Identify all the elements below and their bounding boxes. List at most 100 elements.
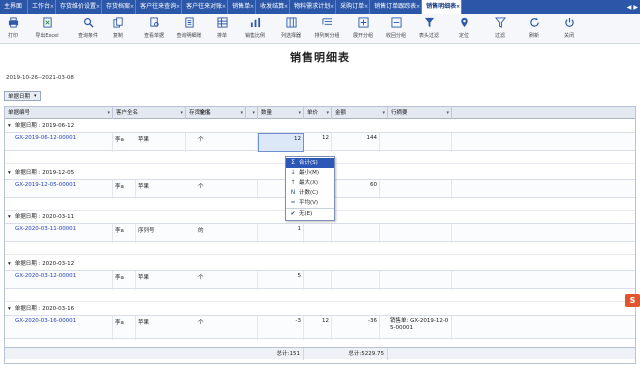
- filter-button[interactable]: 过滤: [491, 17, 509, 43]
- qty-cell: 1: [258, 224, 304, 243]
- collapse-icon[interactable]: ▾: [8, 214, 11, 220]
- collapse-icon[interactable]: ▾: [8, 306, 11, 312]
- group-header[interactable]: ▾ 单据日期 : 2019-06-12: [5, 122, 74, 131]
- menu-item-average[interactable]: ≈ 平均(V): [286, 198, 334, 208]
- query-conditions-button[interactable]: 查询条件: [76, 17, 100, 43]
- table-row[interactable]: GX-2020-03-16-00001 李a 苹果 个 -3 12 -36 销售…: [5, 315, 635, 340]
- sales-ratio-button[interactable]: 销售比例: [242, 17, 268, 43]
- menu-item-max[interactable]: ↑ 最大(X): [286, 178, 334, 188]
- menu-item-min[interactable]: ↓ 最小(M): [286, 168, 334, 178]
- tab-customer-reconcile[interactable]: 客户往来对账 ×: [182, 0, 229, 14]
- customer-cell: 李a: [113, 180, 136, 199]
- menu-item-label: 最小(M): [299, 170, 320, 176]
- group-header[interactable]: ▾ 单据日期 : 2020-03-12: [5, 260, 74, 269]
- copy-button[interactable]: 复制: [110, 17, 126, 43]
- tab-order-tracking[interactable]: 销售订单跟踪表 ×: [370, 0, 423, 14]
- tab-mrp[interactable]: 物料需求计划 ×: [290, 0, 337, 14]
- close-icon[interactable]: ×: [456, 0, 460, 14]
- tab-label: 销售明细表: [426, 3, 457, 10]
- close-icon[interactable]: ×: [330, 0, 334, 14]
- tab-customer-query[interactable]: 客户往来查询 ×: [136, 0, 183, 14]
- group-header[interactable]: ▾ 单据日期 : 2020-03-16: [5, 305, 74, 314]
- refresh-button[interactable]: 刷新: [525, 17, 543, 43]
- group-by-chip[interactable]: 单据日期 ▾: [4, 91, 41, 101]
- customer-cell: 李a: [113, 224, 136, 243]
- tab-inventory-files[interactable]: 存货档案 ×: [102, 0, 137, 14]
- doc-no-link[interactable]: GX-2020-03-11-00001: [13, 224, 113, 243]
- chevron-down-icon[interactable]: ▾: [34, 93, 37, 99]
- close-icon[interactable]: ×: [364, 0, 368, 14]
- column-header-memo[interactable]: 行摘要 ▾: [388, 107, 452, 119]
- column-header-unit[interactable]: 单位 ▾: [196, 107, 258, 119]
- group-header[interactable]: ▾ 单据日期 : 2019-12-05: [5, 169, 74, 178]
- view-document-button[interactable]: 查看单据: [141, 17, 167, 43]
- doc-no-link[interactable]: GX-2019-06-12-00001: [13, 133, 113, 152]
- column-header-price[interactable]: 单价 ▾: [304, 107, 332, 119]
- tab-price-settings[interactable]: 存货维价设置 ×: [56, 0, 103, 14]
- close-icon[interactable]: ×: [96, 0, 100, 14]
- tab-label: 存货维价设置: [60, 3, 97, 10]
- table-row[interactable]: GX-2020-03-11-00001 李a 序列号 的 1: [5, 223, 635, 243]
- table-row[interactable]: GX-2020-03-12-00001 李a 苹果 个 5: [5, 270, 635, 290]
- close-icon[interactable]: ×: [250, 0, 254, 14]
- header-filter-button[interactable]: 表头过滤: [416, 17, 442, 43]
- qty-cell[interactable]: 12: [258, 133, 304, 152]
- print-button[interactable]: 打印: [4, 17, 22, 43]
- collapse-icon[interactable]: ▾: [8, 261, 11, 267]
- tab-sales-order[interactable]: 销售单 ×: [228, 0, 257, 14]
- close-icon[interactable]: ×: [130, 0, 134, 14]
- close-label: 关闭: [563, 33, 574, 39]
- expand-group-icon: [356, 17, 370, 31]
- menu-item-none[interactable]: ✔ 无(E): [286, 208, 334, 218]
- column-label: 行摘要: [391, 110, 408, 116]
- doc-no-link[interactable]: GX-2020-03-16-00001: [13, 316, 113, 340]
- column-header-qty[interactable]: 数量 ▾: [258, 107, 304, 119]
- doc-no-link[interactable]: GX-2020-03-12-00001: [13, 271, 113, 290]
- group-by-button[interactable]: 排列到分组: [312, 17, 342, 43]
- customer-cell: 李a: [113, 316, 136, 340]
- close-icon[interactable]: ×: [416, 0, 420, 14]
- tab-label: 销售单: [232, 3, 251, 10]
- tab-purchase-order[interactable]: 采购订单 ×: [336, 0, 371, 14]
- column-header-amount[interactable]: 金额 ▾: [332, 107, 388, 119]
- tab-settlement[interactable]: 收发结算 ×: [256, 0, 291, 14]
- export-excel-button[interactable]: 导出Excel: [30, 17, 64, 43]
- menu-item-count[interactable]: N 计数(C): [286, 188, 334, 198]
- ratio-icon: [248, 17, 262, 31]
- close-icon[interactable]: ×: [222, 0, 226, 14]
- arrange-button[interactable]: 排单: [213, 17, 231, 43]
- close-icon[interactable]: ×: [50, 0, 54, 14]
- close-button[interactable]: 关闭: [560, 17, 578, 43]
- locate-button[interactable]: 定位: [455, 17, 473, 43]
- collapse-groups-button[interactable]: 收回分组: [383, 17, 409, 43]
- data-grid: 单据编号 ▾ 客户全名 ▾ 存货全名 ▾ 单位 ▾ 数量 ▾ 单价 ▾ 金额 ▾ 行摘要 ▾ ▾…: [4, 106, 636, 364]
- tab-workbench[interactable]: 工作台 ×: [28, 0, 57, 14]
- chevron-left-icon[interactable]: ◀: [627, 4, 632, 11]
- input-method-logo[interactable]: S: [625, 294, 640, 307]
- memo-cell: [388, 224, 452, 243]
- menu-item-sum[interactable]: Σ 合计(S): [286, 158, 334, 168]
- close-icon[interactable]: ×: [176, 0, 180, 14]
- date-range: 2019-10-26--2021-03-08: [6, 75, 74, 81]
- column-chooser-button[interactable]: 列选择器: [278, 17, 304, 43]
- group-header[interactable]: ▾ 单据日期 : 2020-03-11: [5, 213, 74, 222]
- sort-icon: ▾: [107, 110, 110, 116]
- close-icon[interactable]: ×: [284, 0, 288, 14]
- tab-home[interactable]: 主界面: [0, 0, 29, 14]
- collapse-icon[interactable]: ▾: [8, 123, 11, 129]
- toolbar: 打印 导出Excel 查询条件 复制 查看单据 查询明细账 排单 销售比例 列选…: [0, 14, 640, 44]
- column-header-doc-no[interactable]: 单据编号 ▾: [5, 107, 113, 119]
- price-cell: [304, 271, 332, 290]
- collapse-icon[interactable]: ▾: [8, 170, 11, 176]
- tab-sales-detail[interactable]: 销售明细表 ×: [422, 0, 463, 14]
- qty-cell: -3: [258, 316, 304, 340]
- doc-no-link[interactable]: GX-2019-12-05-00001: [13, 180, 113, 199]
- table-row[interactable]: GX-2019-06-12-00001 李a 苹果 个 12 12 144: [5, 132, 635, 152]
- tab-label: 客户往来查询: [140, 3, 177, 10]
- expand-groups-button[interactable]: 展开分组: [350, 17, 376, 43]
- tab-label: 收发结算: [260, 3, 285, 10]
- min-icon: ↓: [290, 169, 296, 176]
- column-header-customer[interactable]: 客户全名 ▾: [113, 107, 186, 119]
- chevron-right-icon[interactable]: ▶: [633, 4, 638, 11]
- query-ledger-button[interactable]: 查询明细账: [173, 17, 205, 43]
